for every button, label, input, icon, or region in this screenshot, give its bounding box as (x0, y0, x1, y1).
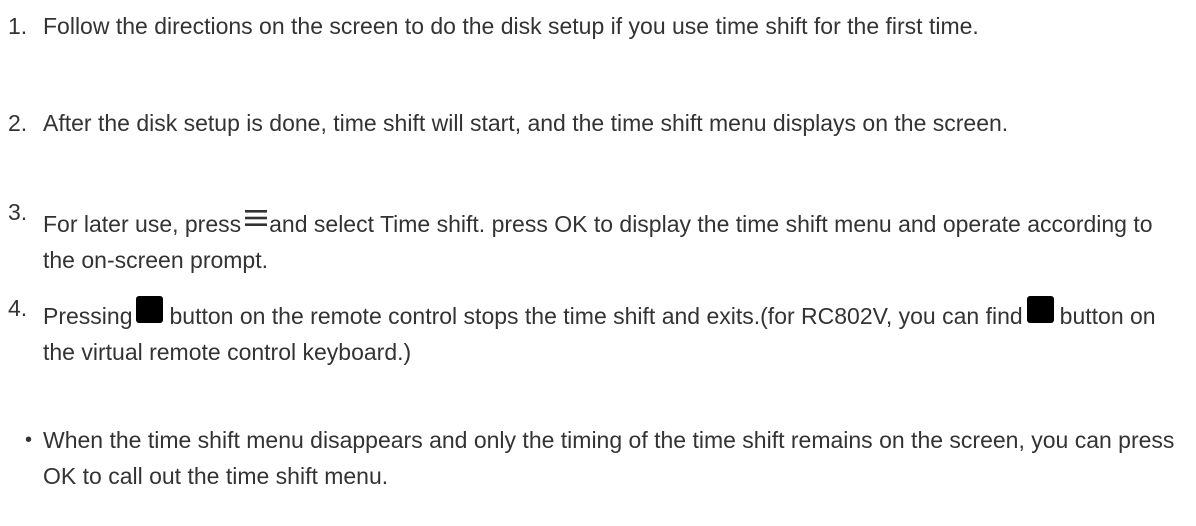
step-text-part: For later use, press (43, 211, 242, 237)
menu-icon (245, 200, 268, 226)
step-text: Follow the directions on the screen to d… (43, 13, 979, 39)
note-item: • When the time shift menu disappears an… (0, 422, 1190, 494)
step-2: 2. After the disk setup is done, time sh… (0, 105, 1190, 141)
step-text: For later use, press and select Time shif… (43, 200, 1190, 278)
step-number: 4. (8, 295, 28, 321)
step-text: Pressing button on the remote control sto… (43, 296, 1190, 370)
step-3: 3. For later use, press and select Time s… (0, 199, 1190, 278)
bullet-icon: • (25, 429, 33, 451)
step-1: 1. Follow the directions on the screen t… (0, 8, 1190, 44)
note-text: When the time shift menu disappears and … (43, 427, 1175, 489)
stop-icon (1026, 296, 1054, 323)
step-4: 4. Pressing button on the remote control … (0, 295, 1190, 370)
step-text-part: Pressing (43, 303, 133, 329)
step-text-part: button on the remote control stops the t… (169, 303, 1023, 329)
stop-icon (136, 296, 164, 323)
instruction-document: 1. Follow the directions on the screen t… (0, 0, 1196, 526)
step-number: 3. (8, 199, 28, 225)
step-number: 1. (8, 13, 28, 39)
step-number: 2. (8, 110, 28, 136)
step-text: After the disk setup is done, time shift… (43, 110, 1009, 136)
